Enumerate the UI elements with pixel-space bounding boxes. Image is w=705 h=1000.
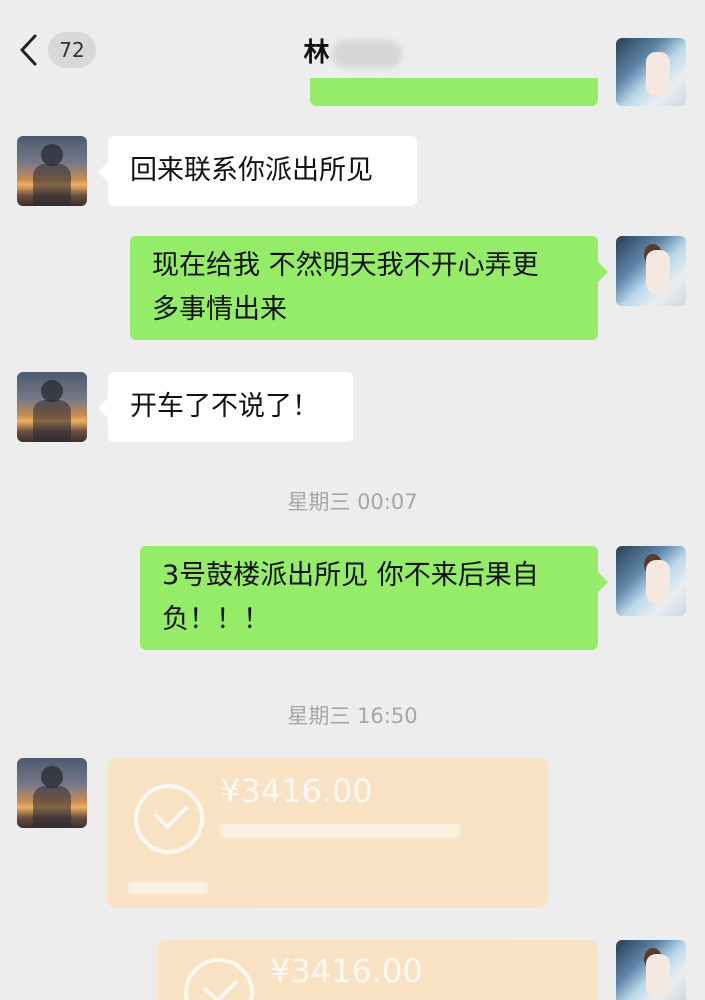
my-avatar[interactable]: [616, 940, 686, 1000]
avatar-figure: [646, 560, 670, 604]
check-circle-icon: [184, 958, 254, 1000]
transfer-card[interactable]: ¥3416.00: [108, 758, 548, 908]
message-bubble-sent-partial[interactable]: [310, 78, 598, 106]
message-text: 回来联系你派出所见: [130, 155, 373, 186]
transfer-card[interactable]: ¥3416.00: [158, 940, 598, 1000]
avatar-body: [33, 400, 71, 442]
avatar-head: [41, 380, 63, 402]
my-avatar[interactable]: [616, 546, 686, 616]
transfer-amount: ¥3416.00: [220, 772, 373, 810]
timestamp: 星期三 16:50: [287, 704, 418, 728]
avatar-body: [33, 786, 71, 828]
contact-name: 林: [303, 38, 330, 68]
contact-avatar[interactable]: [17, 136, 87, 206]
message-bubble-received[interactable]: 开车了不说了！: [98, 372, 353, 442]
my-avatar[interactable]: [616, 236, 686, 306]
contact-avatar[interactable]: [17, 372, 87, 442]
message-bubble-sent[interactable]: 3号鼓楼派出所见 你不来后果自 负！！！: [140, 546, 608, 650]
avatar-figure: [646, 954, 670, 998]
message-bubble-sent[interactable]: 现在给我 不然明天我不开心弄更 多事情出来: [130, 236, 608, 340]
avatar-body: [33, 164, 71, 206]
message-bubble-received[interactable]: 回来联系你派出所见: [98, 136, 417, 206]
chat-title: 林: [0, 32, 705, 69]
message-text-line: 负！！！: [162, 604, 270, 635]
message-text-line: 现在给我 不然明天我不开心弄更: [152, 250, 539, 281]
transfer-amount: ¥3416.00: [270, 952, 423, 990]
my-avatar[interactable]: [616, 38, 686, 106]
avatar-figure: [646, 52, 670, 96]
contact-avatar[interactable]: [17, 758, 87, 828]
avatar-head: [41, 144, 63, 166]
avatar-head: [41, 766, 63, 788]
timestamp: 星期三 00:07: [287, 490, 418, 514]
message-text-line: 多事情出来: [152, 294, 287, 325]
avatar-figure: [646, 250, 670, 294]
message-text-line: 3号鼓楼派出所见 你不来后果自: [162, 560, 539, 591]
check-circle-icon: [134, 784, 204, 854]
name-redaction: [331, 39, 402, 68]
transfer-status-redacted: [220, 824, 460, 838]
message-text: 开车了不说了！: [130, 391, 319, 422]
transfer-label-redacted: [128, 882, 208, 894]
